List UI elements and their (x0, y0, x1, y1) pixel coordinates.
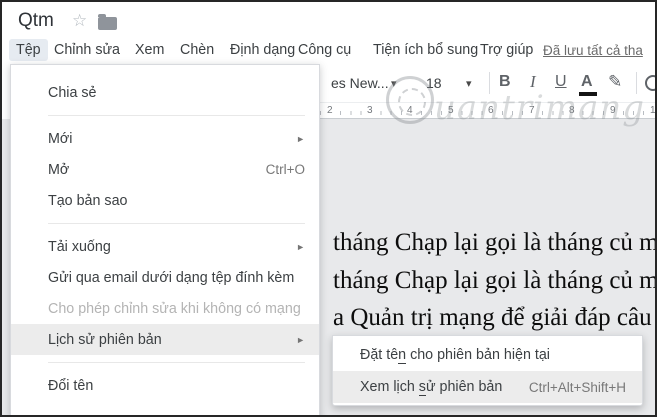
font-size-dropdown-icon[interactable]: ▾ (466, 77, 472, 90)
menu-insert[interactable]: Chèn (180, 42, 214, 58)
shortcut-label: Ctrl+O (265, 162, 305, 177)
menu-item-download[interactable]: Tải xuống ► (11, 231, 319, 262)
ruler-number: 3 (365, 105, 375, 116)
menu-bar: Tệp Chỉnh sửa Xem Chèn Định dạng Công cụ… (2, 38, 655, 64)
ruler-number: 2 (325, 105, 335, 116)
insert-link-icon[interactable] (645, 75, 655, 91)
doc-line: a Quản trị mạng để giải đáp câu h (333, 304, 657, 331)
doc-line: tháng Chạp lại gọi là tháng củ mậ (333, 229, 657, 256)
menu-format[interactable]: Định dạng (230, 42, 295, 58)
font-family-dropdown-icon[interactable]: ▾ (391, 77, 397, 90)
toolbar-divider (489, 72, 490, 94)
menu-view[interactable]: Xem (135, 42, 164, 58)
menu-file[interactable]: Tệp (9, 39, 48, 61)
ruler-number: 7 (527, 105, 537, 116)
menu-item-make-copy[interactable]: Tạo bản sao (11, 185, 319, 216)
ruler-number: 9 (608, 105, 618, 116)
menu-addons[interactable]: Tiện ích bổ sung (373, 42, 478, 58)
access-key: s (418, 379, 426, 396)
file-menu-panel: Chia sẻ Mới ► Mở Ctrl+O Tạo bản sao Tải … (10, 64, 320, 415)
menu-item-offline-editing: Cho phép chỉnh sửa khi không có mạng (48, 300, 301, 317)
text-color-bar (579, 92, 597, 96)
shortcut-label: Ctrl+Alt+Shift+H (528, 379, 626, 395)
menu-item-email-attachment[interactable]: Gửi qua email dưới dạng tệp đính kèm (11, 262, 319, 293)
underline-button[interactable]: U (555, 73, 567, 91)
menu-item-share[interactable]: Chia sẻ (11, 77, 319, 108)
toolbar-divider (636, 72, 637, 94)
horizontal-ruler[interactable]: 2 3 4 5 6 7 8 9 10 (320, 102, 655, 119)
access-key: n (398, 347, 407, 364)
ruler-number: 10 (648, 105, 655, 116)
menu-tools[interactable]: Công cụ (298, 42, 351, 58)
version-history-submenu: Đặt tên cho phiên bản hiện tại Xem lịch … (332, 335, 643, 406)
submenu-arrow-icon: ► (296, 334, 305, 345)
menu-item-rename[interactable]: Đổi tên (11, 370, 319, 401)
italic-button[interactable]: I (530, 72, 536, 92)
ruler-number: 5 (446, 105, 456, 116)
star-icon[interactable]: ☆ (72, 11, 87, 31)
saved-status-link[interactable]: Đã lưu tất cả tha (543, 43, 643, 58)
menu-edit[interactable]: Chỉnh sửa (54, 42, 120, 58)
font-size-select[interactable]: 18 (426, 75, 442, 91)
menu-item-version-history[interactable]: Lịch sử phiên bản ► (11, 324, 319, 355)
document-title[interactable]: Qtm (18, 10, 54, 32)
doc-line: tháng Chạp lại gọi là tháng củ m (333, 266, 657, 294)
document-text[interactable]: tháng Chạp lại gọi là tháng củ mậ tháng … (333, 224, 657, 344)
menu-item-new[interactable]: Mới ► (11, 123, 319, 154)
folder-icon[interactable] (98, 14, 117, 30)
menu-separator (48, 115, 305, 116)
submenu-item-name-current-version[interactable]: Đặt tên cho phiên bản hiện tại (333, 339, 642, 371)
submenu-arrow-icon: ► (296, 241, 305, 252)
text-color-button[interactable]: A (581, 73, 593, 91)
ruler-number: 4 (405, 105, 415, 116)
ruler-number: 8 (567, 105, 577, 116)
menu-item-open[interactable]: Mở Ctrl+O (11, 154, 319, 185)
bold-button[interactable]: B (499, 73, 511, 91)
ruler-number: 6 (486, 105, 496, 116)
submenu-item-see-version-history[interactable]: Xem lịch sử phiên bản Ctrl+Alt+Shift+H (333, 371, 642, 403)
menu-separator (48, 362, 305, 363)
submenu-arrow-icon: ► (296, 133, 305, 144)
font-family-select[interactable]: es New... (331, 75, 389, 91)
menu-separator (48, 223, 305, 224)
highlight-pen-icon[interactable]: ✎ (608, 72, 622, 92)
google-docs-window: Qtm ☆ Tệp Chỉnh sửa Xem Chèn Định dạng C… (0, 0, 657, 417)
menu-help[interactable]: Trợ giúp (480, 42, 533, 58)
